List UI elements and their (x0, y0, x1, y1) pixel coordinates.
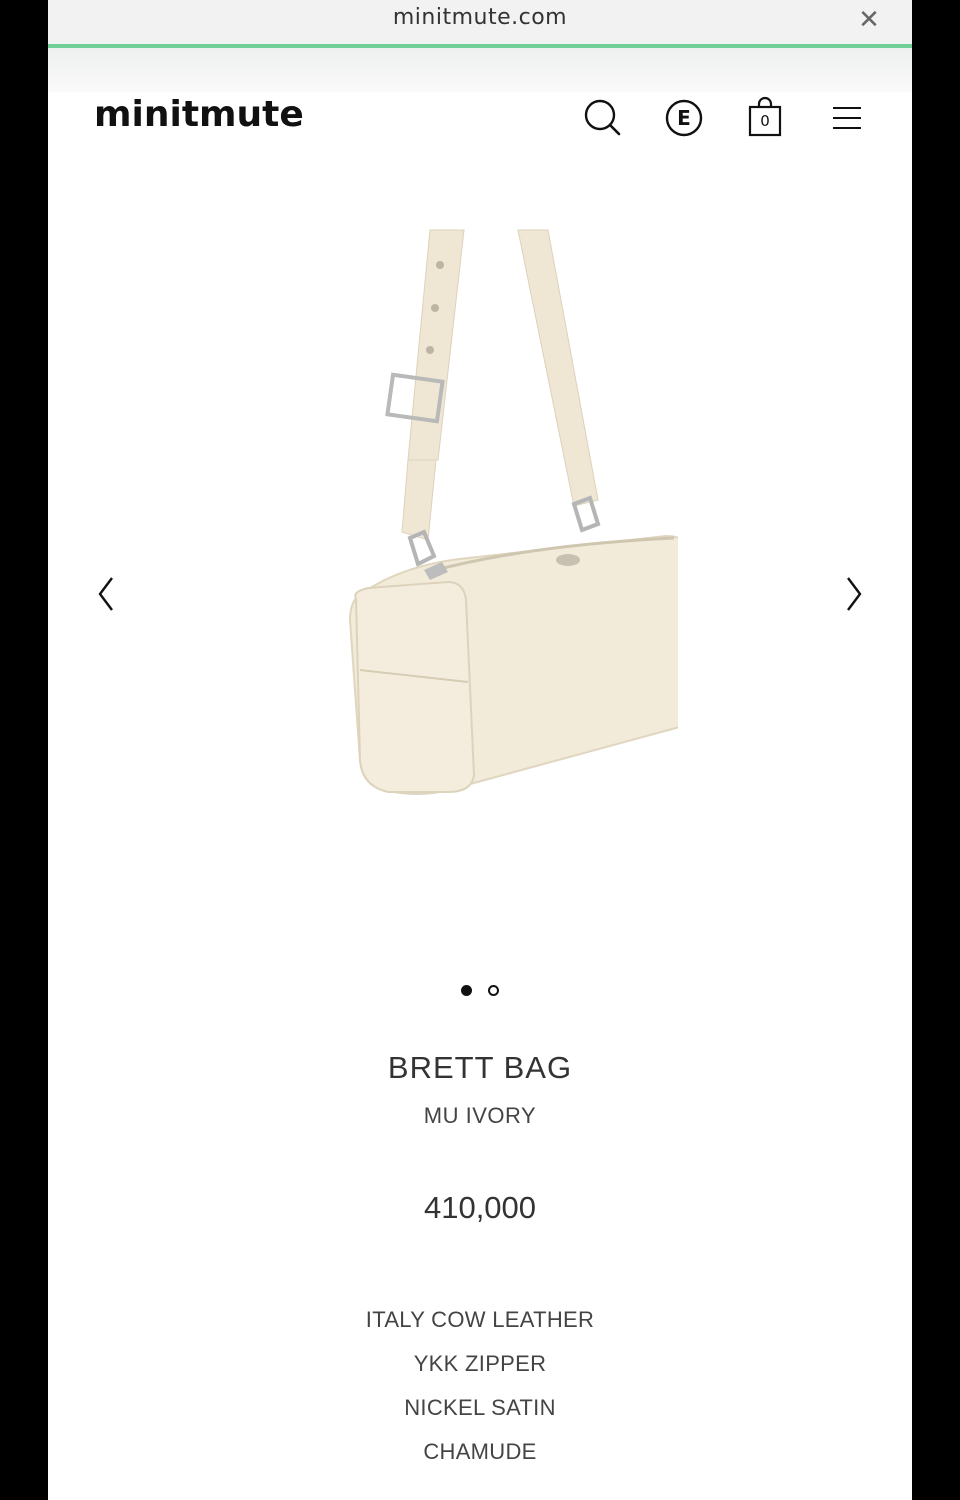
product-price: 410,000 (423, 1190, 537, 1225)
cart-button[interactable]: 0 (743, 96, 787, 140)
phone-screen: minitmute.com ✕ minitmute E 0 BRETT BAG … (48, 0, 912, 1500)
feature-item: NICKEL SATIN (404, 1395, 556, 1420)
close-icon[interactable]: ✕ (856, 6, 882, 32)
url-text[interactable]: minitmute.com (48, 5, 912, 30)
hamburger-menu-icon[interactable] (825, 96, 869, 140)
site-header: minitmute E 0 (48, 92, 912, 148)
search-icon[interactable] (581, 96, 625, 140)
product-features: ITALY COW LEATHER YKK ZIPPER NICKEL SATI… (48, 1305, 912, 1481)
product-image (348, 229, 678, 795)
pagination-dot-1[interactable] (460, 985, 472, 997)
product-color: MU IVORY (423, 1103, 537, 1128)
feature-item: ITALY COW LEATHER (365, 1307, 595, 1332)
product-carousel[interactable] (48, 200, 912, 860)
chevron-right-icon[interactable] (834, 570, 874, 618)
browser-url-bar[interactable]: minitmute.com ✕ (48, 0, 912, 44)
product-name: BRETT BAG (387, 1050, 573, 1085)
toolbar-fade (48, 48, 912, 92)
carousel-pagination (48, 982, 912, 1002)
chevron-left-icon[interactable] (86, 570, 126, 618)
pagination-dot-2[interactable] (488, 985, 500, 997)
language-label: E (677, 106, 691, 130)
language-button[interactable]: E (662, 96, 706, 140)
site-logo[interactable]: minitmute (94, 94, 304, 135)
feature-item: YKK ZIPPER (413, 1351, 547, 1376)
cart-count: 0 (760, 112, 770, 130)
feature-item: CHAMUDE (423, 1439, 537, 1464)
